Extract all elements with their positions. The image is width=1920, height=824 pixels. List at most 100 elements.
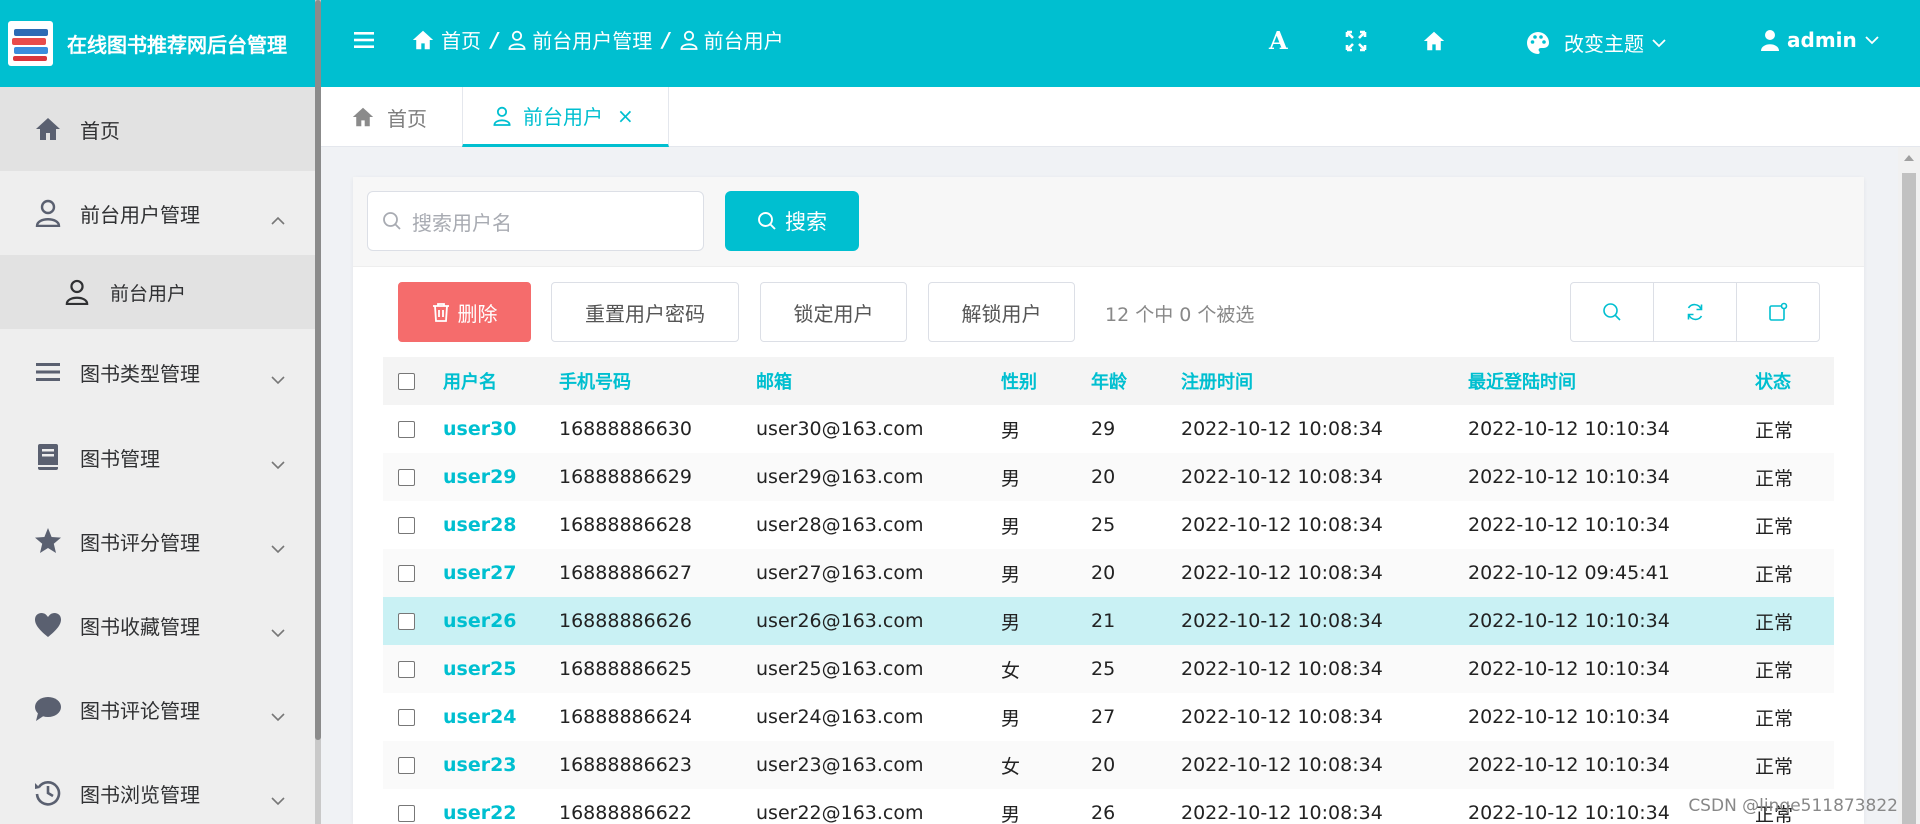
watermark: CSDN @linge511873822 [1688,796,1898,816]
row-checkbox[interactable] [398,613,415,630]
search-icon [758,212,776,230]
table-row[interactable]: user24 16888886624 user24@163.com 男 27 2… [383,693,1834,741]
search-button[interactable]: 搜索 [725,191,859,251]
cell-gender: 男 [1001,803,1021,824]
row-select-cell [383,597,435,645]
row-checkbox[interactable] [398,757,415,774]
column-header-age[interactable]: 年龄 [1083,357,1173,405]
font-size-icon[interactable]: A [1269,26,1288,55]
sidebar-item-home[interactable]: 首页 [0,87,315,171]
sidebar-item-book-rating-management[interactable]: 图书评分管理 [0,499,315,583]
fullscreen-icon[interactable] [1345,30,1367,56]
brand-title: 在线图书推荐网后台管理 [67,33,287,57]
search-icon [1603,303,1621,321]
cell-username[interactable]: user23 [435,741,551,789]
column-header-email[interactable]: 邮箱 [748,357,993,405]
breadcrumb: 首页 / 前台用户管理 / 前台用户 [411,25,784,54]
user-icon [1761,30,1779,51]
user-icon [508,30,526,50]
unlock-user-button[interactable]: 解锁用户 [928,282,1075,342]
sidebar-item-label: 图书类型管理 [80,361,200,386]
row-select-cell [383,501,435,549]
sidebar-subitem-frontend-user[interactable]: 前台用户 [0,255,315,329]
column-header-register-time[interactable]: 注册时间 [1173,357,1460,405]
toggle-search-button[interactable] [1571,283,1654,341]
reset-password-button[interactable]: 重置用户密码 [551,282,739,342]
cell-username[interactable]: user25 [435,645,551,693]
row-checkbox[interactable] [398,421,415,438]
user-menu[interactable]: admin [1761,28,1879,52]
cell-age: 26 [1091,802,1116,824]
main-scrollbar-thumb[interactable] [1902,173,1916,824]
cell-email: user24@163.com [756,706,924,728]
select-all-checkbox[interactable] [398,373,415,390]
column-header-gender[interactable]: 性别 [993,357,1083,405]
table-row[interactable]: user25 16888886625 user25@163.com 女 25 2… [383,645,1834,693]
cell-status: 正常 [1755,659,1794,682]
row-checkbox[interactable] [398,469,415,486]
table-row[interactable]: user23 16888886623 user23@163.com 女 20 2… [383,741,1834,789]
cell-age: 21 [1091,610,1116,632]
table-toolbar: 删除 重置用户密码 锁定用户 解锁用户 12 个中 0 个被选 [353,282,1864,342]
tab-home[interactable]: 首页 [351,87,427,147]
row-checkbox[interactable] [398,709,415,726]
row-checkbox[interactable] [398,517,415,534]
book-icon [32,441,64,473]
search-input[interactable]: 搜索用户名 [367,191,704,251]
breadcrumb-label: 前台用户管理 [532,29,653,53]
main-scrollbar[interactable] [1898,147,1920,824]
theme-label: 改变主题 [1564,32,1644,56]
theme-switcher[interactable]: 改变主题 [1526,28,1666,57]
table-row[interactable]: user22 16888886622 user22@163.com 男 26 2… [383,789,1834,824]
lock-user-button[interactable]: 锁定用户 [760,282,907,342]
table-row[interactable]: user28 16888886628 user28@163.com 男 25 2… [383,501,1834,549]
cell-username[interactable]: user29 [435,453,551,501]
user-icon [493,106,511,126]
row-select-cell [383,741,435,789]
table-row[interactable]: user30 16888886630 user30@163.com 男 29 2… [383,405,1834,453]
scroll-up-arrow-icon[interactable] [1904,155,1914,161]
cell-email: user26@163.com [756,610,924,632]
cell-username[interactable]: user30 [435,405,551,453]
cell-email: user28@163.com [756,514,924,536]
book-stack-logo-icon [8,21,53,66]
tab-frontend-user[interactable]: 前台用户 × [462,87,669,147]
column-header-username[interactable]: 用户名 [435,357,551,405]
cell-register-time: 2022-10-12 10:08:34 [1181,754,1383,776]
column-header-status[interactable]: 状态 [1747,357,1834,405]
row-checkbox[interactable] [398,565,415,582]
delete-button[interactable]: 删除 [398,282,531,342]
cell-username[interactable]: user27 [435,549,551,597]
home-icon [32,113,64,145]
row-select-cell [383,645,435,693]
cell-username[interactable]: user22 [435,789,551,824]
table-row-highlighted[interactable]: user26 16888886626 user26@163.com 男 21 2… [383,597,1834,645]
sidebar-item-book-favorite-management[interactable]: 图书收藏管理 [0,583,315,667]
refresh-button[interactable] [1654,283,1737,341]
cell-username[interactable]: user26 [435,597,551,645]
sidebar-item-book-type-management[interactable]: 图书类型管理 [0,329,315,415]
row-checkbox[interactable] [398,805,415,822]
sidebar-item-book-management[interactable]: 图书管理 [0,415,315,499]
cell-gender: 男 [1001,467,1021,490]
cell-phone: 16888886626 [559,610,692,632]
table-row[interactable]: user27 16888886627 user27@163.com 男 20 2… [383,549,1834,597]
cell-username[interactable]: user24 [435,693,551,741]
home-icon[interactable] [1421,30,1447,56]
cell-email: user22@163.com [756,802,924,824]
column-settings-button[interactable] [1737,283,1819,341]
breadcrumb-home[interactable]: 首页 [411,25,481,54]
cell-username[interactable]: user28 [435,501,551,549]
sidebar-item-frontend-user-management[interactable]: 前台用户管理 [0,171,315,255]
menu-toggle-icon[interactable] [353,30,375,54]
breadcrumb-user-management[interactable]: 前台用户管理 [508,25,652,54]
row-checkbox[interactable] [398,661,415,678]
close-icon[interactable]: × [617,104,634,128]
column-header-phone[interactable]: 手机号码 [551,357,748,405]
cell-phone: 16888886624 [559,706,692,728]
sidebar-item-book-browse-management[interactable]: 图书浏览管理 [0,751,315,824]
table-row[interactable]: user29 16888886629 user29@163.com 男 20 2… [383,453,1834,501]
sidebar-item-book-comment-management[interactable]: 图书评论管理 [0,667,315,751]
cell-register-time: 2022-10-12 10:08:34 [1181,610,1383,632]
column-header-last-login[interactable]: 最近登陆时间 [1460,357,1747,405]
